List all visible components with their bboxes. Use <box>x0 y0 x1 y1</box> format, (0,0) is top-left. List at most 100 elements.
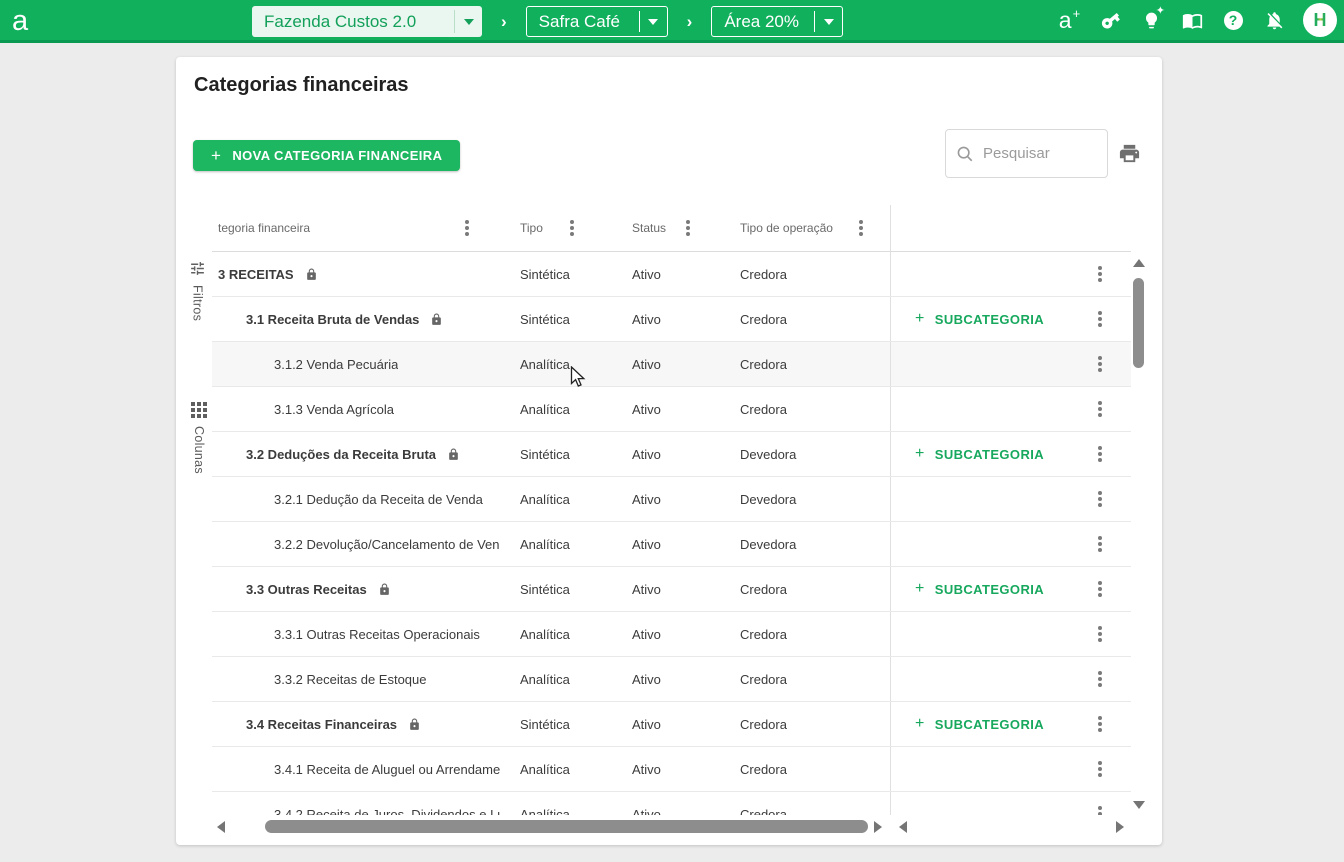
table-row[interactable]: 3 RECEITAS Sintética Ativo Credora <box>212 252 1131 297</box>
scroll-left-arrow[interactable] <box>217 821 225 833</box>
cell-operation: Devedora <box>720 432 891 476</box>
table-row[interactable]: 3.4.1 Receita de Aluguel ou Arrendamento… <box>212 747 1131 792</box>
add-subcategory-label: SUBCATEGORIA <box>935 717 1044 732</box>
cell-type: Analítica <box>500 387 612 431</box>
farm-select-label: Fazenda Custos 2.0 <box>252 6 454 37</box>
cell-status: Ativo <box>612 477 720 521</box>
row-menu-icon[interactable] <box>1098 722 1102 726</box>
season-select-label: Safra Café <box>527 7 639 36</box>
row-menu-icon[interactable] <box>1098 767 1102 771</box>
header-operation-label: Tipo de operação <box>740 221 833 235</box>
cell-category: 3.4 Receitas Financeiras <box>212 702 500 746</box>
table-row[interactable]: 3.2.2 Devolução/Cancelamento de Venda An… <box>212 522 1131 567</box>
header-type-label: Tipo <box>520 221 543 235</box>
row-menu-icon[interactable] <box>1098 632 1102 636</box>
key-icon[interactable] <box>1098 8 1122 32</box>
plus-icon: + <box>915 715 925 733</box>
row-menu-icon[interactable] <box>1098 362 1102 366</box>
sidebar-tab-columns[interactable]: Colunas <box>191 402 207 474</box>
sidebar-tab-columns-label: Colunas <box>192 426 206 474</box>
table-row[interactable]: 3.1.3 Venda Agrícola Analítica Ativo Cre… <box>212 387 1131 432</box>
add-subcategory-button[interactable]: + SUBCATEGORIA <box>915 715 1044 733</box>
new-category-button[interactable]: + NOVA CATEGORIA FINANCEIRA <box>193 140 460 171</box>
page-title: Categorias financeiras <box>194 74 409 97</box>
brand-logo-icon[interactable]: a <box>12 1 28 41</box>
print-icon[interactable] <box>1118 142 1142 166</box>
table-row[interactable]: 3.4.2 Receita de Juros, Dividendos e Luc… <box>212 792 1131 815</box>
row-menu-icon[interactable] <box>1098 677 1102 681</box>
row-menu-icon[interactable] <box>1098 452 1102 456</box>
table-row[interactable]: 3.1 Receita Bruta de Vendas Sintética At… <box>212 297 1131 342</box>
cell-operation: Credora <box>720 747 891 791</box>
cell-operation: Credora <box>720 702 891 746</box>
season-select[interactable]: Safra Café <box>526 6 668 37</box>
cell-status: Ativo <box>612 432 720 476</box>
cell-type: Analítica <box>500 612 612 656</box>
table-row[interactable]: 3.3 Outras Receitas Sintética Ativo Cred… <box>212 567 1131 612</box>
cell-status: Ativo <box>612 522 720 566</box>
category-label: 3.3 Outras Receitas <box>246 582 367 597</box>
add-subcategory-label: SUBCATEGORIA <box>935 312 1044 327</box>
table-row[interactable]: 3.2.1 Dedução da Receita de Venda Analít… <box>212 477 1131 522</box>
lightbulb-idea-icon[interactable]: ✦ <box>1139 8 1163 32</box>
table-row[interactable]: 3.1.2 Venda Pecuária Analítica Ativo Cre… <box>212 342 1131 387</box>
scroll-left-arrow[interactable] <box>899 821 907 833</box>
column-menu-icon[interactable] <box>859 226 863 230</box>
cell-status: Ativo <box>612 387 720 431</box>
vertical-scrollbar-thumb[interactable] <box>1133 278 1144 368</box>
table-row[interactable]: 3.3.1 Outras Receitas Operacionais Analí… <box>212 612 1131 657</box>
area-select[interactable]: Área 20% <box>711 6 843 37</box>
row-menu-icon[interactable] <box>1098 812 1102 815</box>
add-subcategory-button[interactable]: + SUBCATEGORIA <box>915 310 1044 328</box>
horizontal-scrollbar-thumb[interactable] <box>265 820 868 833</box>
search-input[interactable] <box>981 144 1095 163</box>
help-icon[interactable]: ? <box>1221 8 1245 32</box>
category-label: 3.3.1 Outras Receitas Operacionais <box>274 627 480 642</box>
category-label: 3.2 Deduções da Receita Bruta <box>246 447 436 462</box>
scroll-down-arrow[interactable] <box>1133 801 1145 809</box>
cell-actions <box>891 792 1131 815</box>
horizontal-scrollbar-main[interactable] <box>212 819 891 836</box>
scroll-right-arrow[interactable] <box>1116 821 1124 833</box>
cell-operation: Credora <box>720 297 891 341</box>
column-menu-icon[interactable] <box>465 226 469 230</box>
row-menu-icon[interactable] <box>1098 587 1102 591</box>
plus-icon: + <box>211 146 221 166</box>
chevron-down-icon[interactable] <box>455 6 482 37</box>
farm-select[interactable]: Fazenda Custos 2.0 <box>252 6 482 37</box>
book-icon[interactable] <box>1180 8 1204 32</box>
row-menu-icon[interactable] <box>1098 272 1102 276</box>
breadcrumb-chevron-icon: › <box>687 12 693 32</box>
notifications-off-icon[interactable] <box>1262 8 1286 32</box>
table-row[interactable]: 3.3.2 Receitas de Estoque Analítica Ativ… <box>212 657 1131 702</box>
category-label: 3.4.1 Receita de Aluguel ou Arrendamento <box>274 762 500 777</box>
horizontal-scrollbar-pinned[interactable] <box>891 819 1131 836</box>
row-menu-icon[interactable] <box>1098 497 1102 501</box>
page: a Fazenda Custos 2.0 › Safra Café › Área… <box>0 0 1344 862</box>
add-subcategory-button[interactable]: + SUBCATEGORIA <box>915 445 1044 463</box>
table-row[interactable]: 3.4 Receitas Financeiras Sintética Ativo… <box>212 702 1131 747</box>
user-avatar[interactable]: H <box>1303 3 1337 37</box>
column-menu-icon[interactable] <box>686 226 690 230</box>
add-subcategory-button[interactable]: + SUBCATEGORIA <box>915 580 1044 598</box>
table-row[interactable]: 3.2 Deduções da Receita Bruta Sintética … <box>212 432 1131 477</box>
row-menu-icon[interactable] <box>1098 542 1102 546</box>
row-menu-icon[interactable] <box>1098 317 1102 321</box>
cell-operation: Credora <box>720 342 891 386</box>
cell-actions: + SUBCATEGORIA <box>891 297 1131 341</box>
new-category-button-label: NOVA CATEGORIA FINANCEIRA <box>232 148 442 163</box>
category-label: 3.1.2 Venda Pecuária <box>274 357 398 372</box>
column-menu-icon[interactable] <box>570 226 574 230</box>
cell-actions: + SUBCATEGORIA <box>891 432 1131 476</box>
chevron-down-icon[interactable] <box>640 7 667 36</box>
sidebar-tab-filters[interactable]: Filtros <box>189 260 206 321</box>
cell-operation: Credora <box>720 387 891 431</box>
row-menu-icon[interactable] <box>1098 407 1102 411</box>
scroll-up-arrow[interactable] <box>1133 259 1145 267</box>
chevron-down-icon[interactable] <box>815 7 842 36</box>
aegro-plus-icon[interactable]: a+ <box>1057 8 1081 32</box>
cell-category: 3.2.1 Dedução da Receita de Venda <box>212 477 500 521</box>
scroll-right-arrow[interactable] <box>874 821 882 833</box>
vertical-scrollbar[interactable] <box>1131 253 1147 815</box>
cell-actions <box>891 342 1131 386</box>
